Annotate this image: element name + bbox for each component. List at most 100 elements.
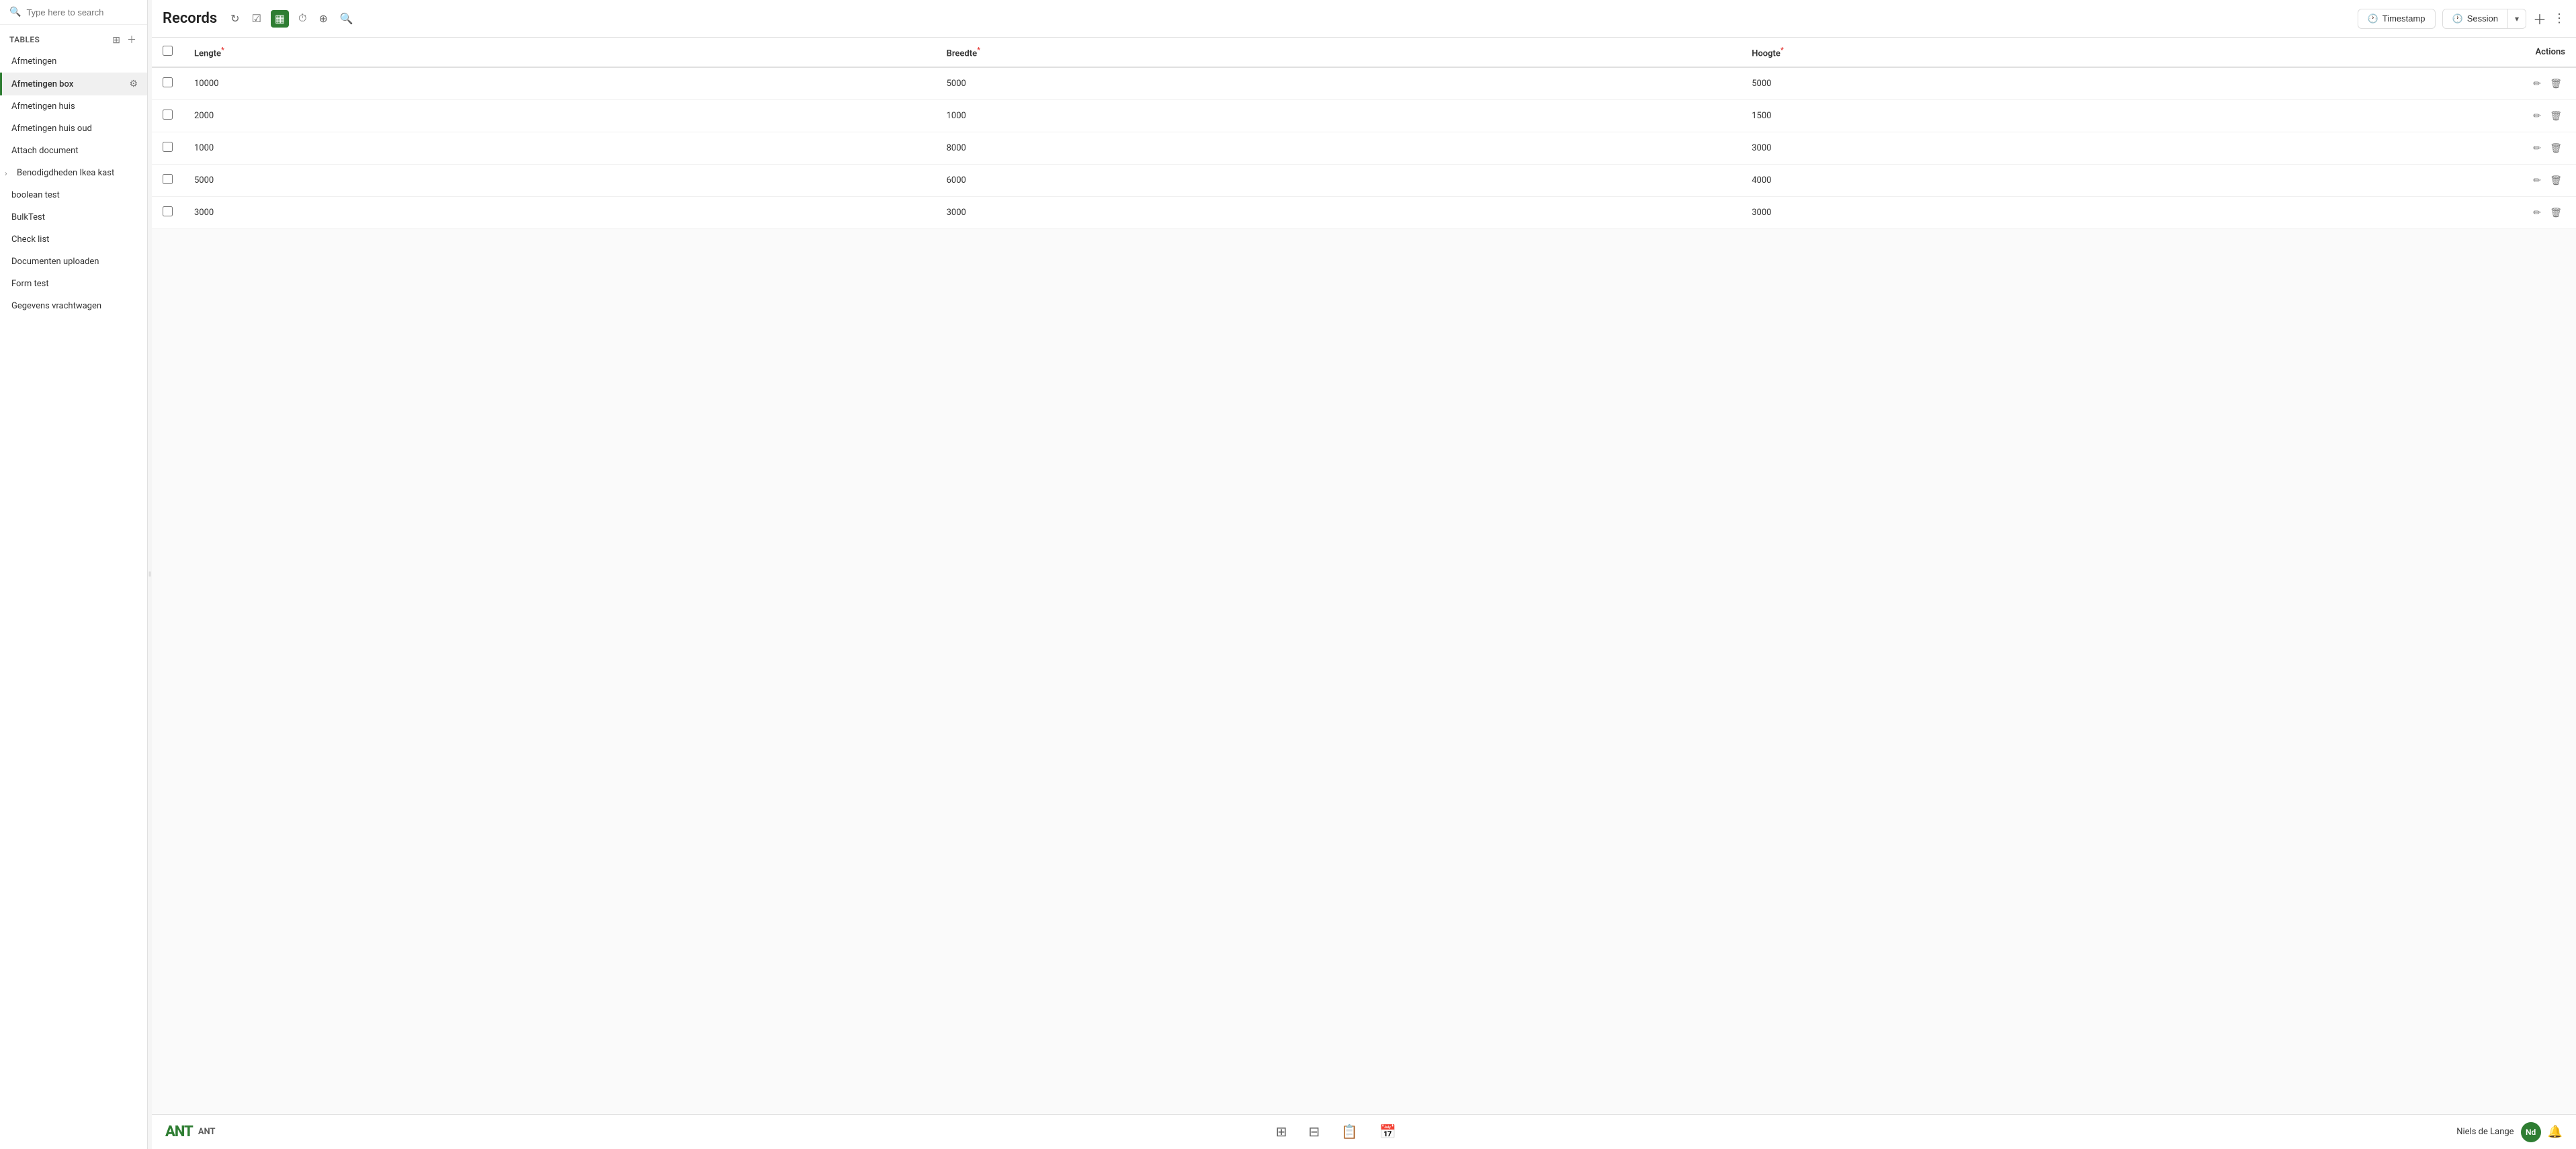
tables-label: Tables (9, 35, 40, 44)
table-row: 3000 3000 3000 ✏ 🗑 (152, 197, 2576, 229)
row-breedte-3: 6000 (936, 165, 1742, 197)
row-actions-3: ✏ 🗑 (2519, 165, 2576, 197)
table-row: 10000 5000 5000 ✏ 🗑 (152, 67, 2576, 100)
grid-view-button[interactable]: ▦ (271, 10, 289, 28)
edit-row-3-button[interactable]: ✏ (2530, 173, 2544, 188)
add-table-button[interactable]: ＋ (126, 32, 138, 48)
session-button-group: 🕐 Session ▾ (2442, 9, 2526, 29)
delete-row-2-button[interactable]: 🗑 (2546, 140, 2565, 156)
table-row: 1000 8000 3000 ✏ 🗑 (152, 132, 2576, 165)
toggle-button[interactable]: ☑ (249, 9, 264, 28)
table-view-toggle-button[interactable]: ⊞ (111, 33, 122, 47)
timestamp-button[interactable]: 🕐 Timestamp (2358, 9, 2436, 29)
row-checkbox-4[interactable] (163, 206, 173, 216)
gallery-nav-button[interactable]: ⊟ (1304, 1119, 1324, 1144)
row-checkbox-cell (152, 165, 183, 197)
notifications-button[interactable]: 🔔 (2548, 1125, 2563, 1139)
toolbar: Records ↻ ☑ ▦ ⏱ ⊕ 🔍 🕐 Timestamp 🕐 Sessio… (152, 0, 2576, 38)
row-breedte-0: 5000 (936, 67, 1742, 100)
history-button[interactable]: ⏱ (296, 10, 309, 28)
app-branding: ANT ANT (165, 1123, 216, 1140)
row-checkbox-cell (152, 67, 183, 100)
row-actions-2: ✏ 🗑 (2519, 132, 2576, 165)
row-checkbox-3[interactable] (163, 174, 173, 184)
page-title: Records (163, 10, 217, 27)
sidebar-item-gegevens-vrachtwagen[interactable]: Gegevens vrachtwagen (0, 295, 147, 317)
row-checkbox-1[interactable] (163, 110, 173, 120)
main-content: Records ↻ ☑ ▦ ⏱ ⊕ 🔍 🕐 Timestamp 🕐 Sessio… (152, 0, 2576, 1149)
edit-row-1-button[interactable]: ✏ (2530, 108, 2544, 124)
sidebar-item-afmetingen[interactable]: Afmetingen (0, 50, 147, 73)
hoogte-required-indicator: * (1780, 46, 1784, 54)
sidebar-item-form-test[interactable]: Form test (0, 273, 147, 295)
table-row: 5000 6000 4000 ✏ 🗑 (152, 165, 2576, 197)
select-all-checkbox[interactable] (163, 46, 173, 56)
sidebar-item-attach-document[interactable]: Attach document (0, 140, 147, 162)
sidebar-item-afmetingen-box[interactable]: Afmetingen box ⚙ (0, 73, 147, 95)
row-lengte-4: 3000 (183, 197, 936, 229)
bottom-bar: ANT ANT ⊞ ⊟ 📋 📅 Niels de Lange Nd 🔔 (152, 1114, 2576, 1149)
table-body: 10000 5000 5000 ✏ 🗑 2000 1000 1500 ✏ 🗑 1… (152, 67, 2576, 229)
user-name: Niels de Lange (2456, 1127, 2514, 1137)
row-checkbox-0[interactable] (163, 77, 173, 87)
add-record-button[interactable]: ＋ (2533, 9, 2546, 28)
row-hoogte-4: 3000 (1741, 197, 2519, 229)
row-actions-4: ✏ 🗑 (2519, 197, 2576, 229)
calendar-nav-button[interactable]: 📅 (1375, 1119, 1400, 1144)
edit-row-2-button[interactable]: ✏ (2530, 140, 2544, 156)
row-lengte-0: 10000 (183, 67, 936, 100)
header-hoogte: Hoogte* (1741, 38, 2519, 67)
row-lengte-3: 5000 (183, 165, 936, 197)
row-actions-0: ✏ 🗑 (2519, 67, 2576, 100)
header-actions: Actions (2519, 38, 2576, 67)
bottom-right: Niels de Lange Nd 🔔 (2456, 1122, 2563, 1142)
grid-nav-button[interactable]: ⊞ (1272, 1119, 1291, 1144)
form-nav-button[interactable]: 📋 (1337, 1119, 1362, 1144)
gear-icon[interactable]: ⚙ (129, 79, 138, 89)
bottom-nav: ⊞ ⊟ 📋 📅 (216, 1119, 2457, 1144)
session-dropdown-button[interactable]: ▾ (2508, 10, 2526, 28)
search-button[interactable]: 🔍 (337, 9, 356, 28)
delete-row-0-button[interactable]: 🗑 (2546, 76, 2565, 91)
app-name: ANT (198, 1127, 216, 1137)
row-hoogte-3: 4000 (1741, 165, 2519, 197)
delete-row-3-button[interactable]: 🗑 (2546, 173, 2565, 188)
delete-row-1-button[interactable]: 🗑 (2546, 108, 2565, 124)
more-options-button[interactable]: ⋮ (2553, 11, 2565, 26)
sidebar-item-afmetingen-huis-oud[interactable]: Afmetingen huis oud (0, 118, 147, 140)
search-bar: 🔍 (0, 0, 147, 25)
row-breedte-2: 8000 (936, 132, 1742, 165)
sidebar-item-benodigdheden-ikea-kast[interactable]: › Benodigdheden Ikea kast (0, 162, 147, 184)
sidebar-item-boolean-test[interactable]: boolean test (0, 184, 147, 206)
edit-row-4-button[interactable]: ✏ (2530, 205, 2544, 220)
row-actions-1: ✏ 🗑 (2519, 100, 2576, 132)
session-main-button[interactable]: 🕐 Session (2443, 9, 2508, 28)
sidebar-item-documenten-uploaden[interactable]: Documenten uploaden (0, 251, 147, 273)
edit-row-0-button[interactable]: ✏ (2530, 76, 2544, 91)
search-records-button[interactable]: ⊕ (316, 9, 331, 28)
table-row: 2000 1000 1500 ✏ 🗑 (152, 100, 2576, 132)
header-checkbox-cell (152, 38, 183, 67)
records-table: Lengte* Breedte* Hoogte* Actions (152, 38, 2576, 229)
ant-logo: ANT (165, 1123, 193, 1140)
row-breedte-4: 3000 (936, 197, 1742, 229)
tables-section-header: Tables ⊞ ＋ (0, 25, 147, 50)
session-clock-icon: 🕐 (2452, 13, 2463, 24)
sidebar-item-check-list[interactable]: Check list (0, 228, 147, 251)
row-checkbox-2[interactable] (163, 142, 173, 152)
row-checkbox-cell (152, 100, 183, 132)
table-area: Lengte* Breedte* Hoogte* Actions (152, 38, 2576, 1114)
sidebar-item-bulktest[interactable]: BulkTest (0, 206, 147, 228)
row-checkbox-cell (152, 197, 183, 229)
refresh-button[interactable]: ↻ (228, 9, 242, 28)
row-hoogte-0: 5000 (1741, 67, 2519, 100)
row-checkbox-cell (152, 132, 183, 165)
table-header-row: Lengte* Breedte* Hoogte* Actions (152, 38, 2576, 67)
sidebar-item-afmetingen-huis[interactable]: Afmetingen huis (0, 95, 147, 118)
row-hoogte-2: 3000 (1741, 132, 2519, 165)
delete-row-4-button[interactable]: 🗑 (2546, 205, 2565, 220)
section-actions: ⊞ ＋ (111, 32, 138, 48)
sidebar-list: Afmetingen Afmetingen box ⚙ Afmetingen h… (0, 50, 147, 1149)
search-input[interactable] (26, 7, 138, 17)
toolbar-right: 🕐 Timestamp 🕐 Session ▾ ＋ ⋮ (2358, 9, 2565, 29)
